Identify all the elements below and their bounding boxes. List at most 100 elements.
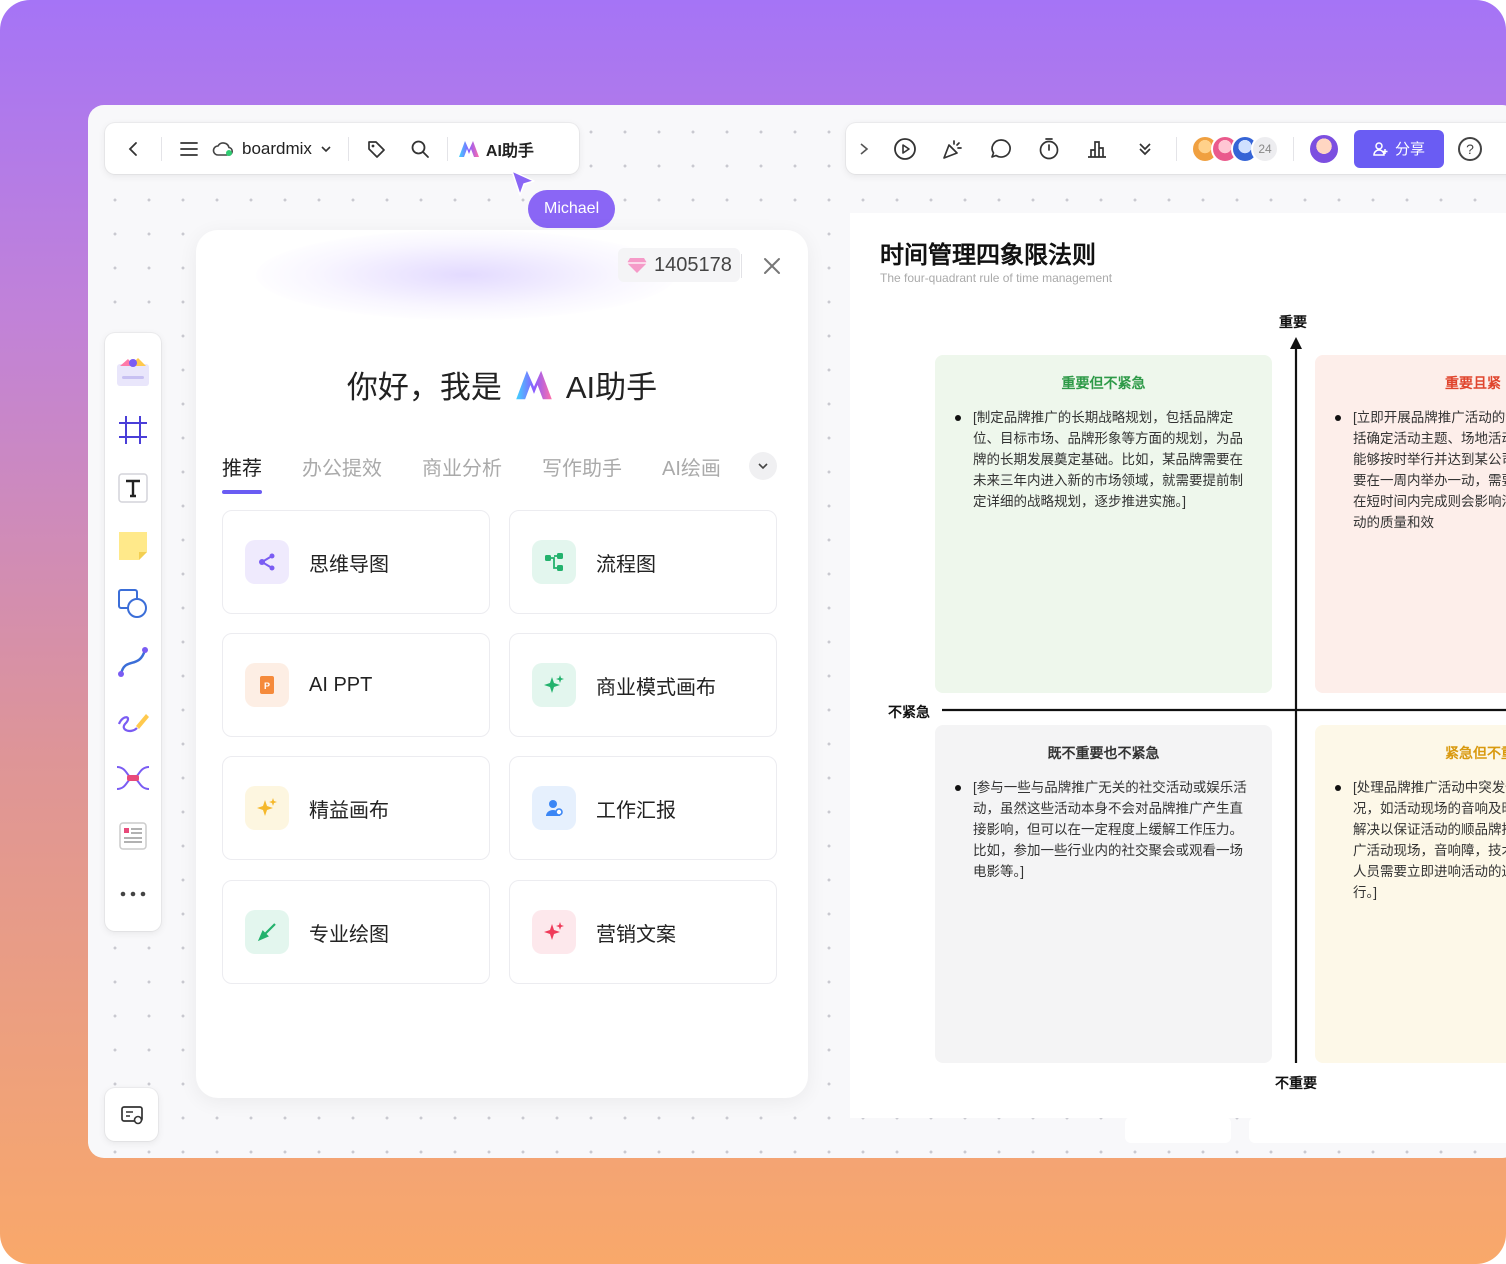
ai-logo-icon bbox=[458, 140, 479, 157]
ai-assistant-panel: 1405178 你好，我是 AI助手 推荐 办公提效 商业分析 写作助手 AI绘… bbox=[196, 230, 808, 1098]
tile-pro-drawing[interactable]: 专业绘图 bbox=[222, 880, 490, 984]
more-tools-button[interactable] bbox=[1128, 132, 1162, 166]
collaborator-count: 24 bbox=[1251, 134, 1279, 163]
mindmap-tool[interactable] bbox=[105, 749, 161, 807]
sparkle-icon bbox=[245, 786, 289, 830]
greeting-prefix: 你好，我是 bbox=[346, 370, 502, 405]
divider bbox=[1293, 136, 1294, 161]
more-icon bbox=[120, 891, 146, 897]
tile-flowchart[interactable]: 流程图 bbox=[509, 510, 777, 614]
comment-button[interactable] bbox=[984, 132, 1018, 166]
current-user-avatar[interactable] bbox=[1308, 132, 1340, 165]
tile-label: 工作汇报 bbox=[596, 799, 676, 822]
chevron-down-icon bbox=[758, 463, 768, 470]
ppt-icon: P bbox=[245, 663, 289, 707]
pen-tool[interactable] bbox=[105, 691, 161, 749]
chevron-left-icon bbox=[128, 141, 137, 156]
tile-label: AI PPT bbox=[309, 673, 373, 696]
tabs-more-button[interactable] bbox=[749, 452, 777, 480]
play-icon bbox=[894, 137, 916, 160]
tile-lean-canvas[interactable]: 精益画布 bbox=[222, 756, 490, 860]
celebrate-button[interactable] bbox=[936, 132, 970, 166]
tile-work-report[interactable]: 工作汇报 bbox=[509, 756, 777, 860]
timer-icon bbox=[1039, 137, 1059, 159]
quadrant-board[interactable]: 时间管理四象限法则 The four-quadrant rule of time… bbox=[850, 213, 1506, 1118]
tag-button[interactable] bbox=[359, 132, 393, 166]
panel-glow bbox=[256, 230, 676, 320]
help-button[interactable]: ? bbox=[1458, 136, 1482, 161]
divider bbox=[161, 136, 162, 161]
tile-label: 思维导图 bbox=[309, 553, 389, 576]
shape-tool[interactable] bbox=[105, 575, 161, 633]
frame-tool[interactable] bbox=[105, 401, 161, 459]
drawing-icon bbox=[245, 910, 289, 954]
tab-office[interactable]: 办公提效 bbox=[302, 452, 382, 481]
more-tools-button[interactable] bbox=[105, 865, 161, 923]
flowchart-icon bbox=[532, 540, 576, 584]
vote-button[interactable] bbox=[1080, 132, 1114, 166]
pen-icon bbox=[117, 714, 149, 733]
background-frame: boardmix AI助手 Michael 24 分享 ? 1405178 你好… bbox=[0, 0, 1506, 1264]
sticky-note-icon bbox=[119, 532, 147, 560]
chevron-right-icon bbox=[860, 142, 869, 155]
frame-icon bbox=[119, 416, 147, 444]
tab-ai-drawing[interactable]: AI绘画 bbox=[662, 452, 721, 481]
document-tool[interactable] bbox=[105, 807, 161, 865]
text-tool[interactable] bbox=[105, 459, 161, 517]
close-panel-button[interactable] bbox=[758, 252, 786, 280]
credits-value: 1405178 bbox=[654, 253, 732, 276]
sparkle-icon bbox=[532, 910, 576, 954]
tile-marketing-copy[interactable]: 营销文案 bbox=[509, 880, 777, 984]
divider bbox=[741, 254, 742, 278]
hamburger-icon bbox=[180, 141, 198, 156]
ai-greeting: 你好，我是 AI助手 bbox=[196, 362, 808, 407]
tile-ai-ppt[interactable]: P AI PPT bbox=[222, 633, 490, 737]
back-button[interactable] bbox=[117, 132, 151, 166]
sticky-note-tool[interactable] bbox=[105, 517, 161, 575]
left-toolbar bbox=[105, 333, 161, 931]
mindmap-icon bbox=[245, 540, 289, 584]
tile-label: 商业模式画布 bbox=[596, 676, 716, 699]
expand-button[interactable] bbox=[854, 132, 874, 166]
report-icon bbox=[532, 786, 576, 830]
template-tool[interactable] bbox=[105, 343, 161, 401]
timer-button[interactable] bbox=[1032, 132, 1066, 166]
quadrant-axes bbox=[942, 337, 1506, 1063]
menu-button[interactable] bbox=[172, 132, 206, 166]
mindmap-tool-icon bbox=[116, 766, 150, 790]
search-icon bbox=[411, 140, 429, 158]
file-name-dropdown[interactable]: boardmix bbox=[212, 139, 332, 159]
minimap-button[interactable] bbox=[105, 1088, 158, 1141]
ai-assistant-button[interactable]: AI助手 bbox=[458, 137, 534, 161]
divider bbox=[446, 136, 448, 161]
svg-text:P: P bbox=[264, 681, 270, 691]
credits-badge[interactable]: 1405178 bbox=[618, 248, 740, 282]
divider bbox=[1176, 136, 1177, 161]
search-button[interactable] bbox=[403, 132, 437, 166]
ai-category-tabs: 推荐 办公提效 商业分析 写作助手 AI绘画 bbox=[222, 452, 721, 494]
tile-mindmap[interactable]: 思维导图 bbox=[222, 510, 490, 614]
tab-business[interactable]: 商业分析 bbox=[422, 452, 502, 481]
ai-logo-icon bbox=[516, 370, 552, 399]
present-button[interactable] bbox=[888, 132, 922, 166]
tile-label: 流程图 bbox=[596, 553, 656, 576]
tag-icon bbox=[368, 140, 385, 158]
sparkle-icon bbox=[532, 663, 576, 707]
tab-writing[interactable]: 写作助手 bbox=[542, 452, 622, 481]
share-label: 分享 bbox=[1394, 141, 1425, 158]
greeting-name: AI助手 bbox=[565, 370, 658, 405]
connector-tool[interactable] bbox=[105, 633, 161, 691]
collaborator-name-tag: Michael bbox=[528, 190, 616, 228]
axis-label-not-important: 不重要 bbox=[1275, 1075, 1317, 1091]
share-button[interactable]: 分享 bbox=[1354, 129, 1444, 168]
collaborators-list[interactable]: 24 bbox=[1191, 134, 1279, 163]
tile-label: 专业绘图 bbox=[309, 923, 389, 946]
gem-icon bbox=[627, 258, 647, 273]
tile-business-model-canvas[interactable]: 商业模式画布 bbox=[509, 633, 777, 737]
shapes-icon bbox=[118, 589, 147, 618]
text-icon bbox=[118, 473, 148, 503]
bar-chart-icon bbox=[1088, 140, 1106, 158]
tab-recommended[interactable]: 推荐 bbox=[222, 452, 262, 494]
tile-label: 精益画布 bbox=[309, 799, 389, 822]
double-chevron-down-icon bbox=[1139, 142, 1151, 155]
